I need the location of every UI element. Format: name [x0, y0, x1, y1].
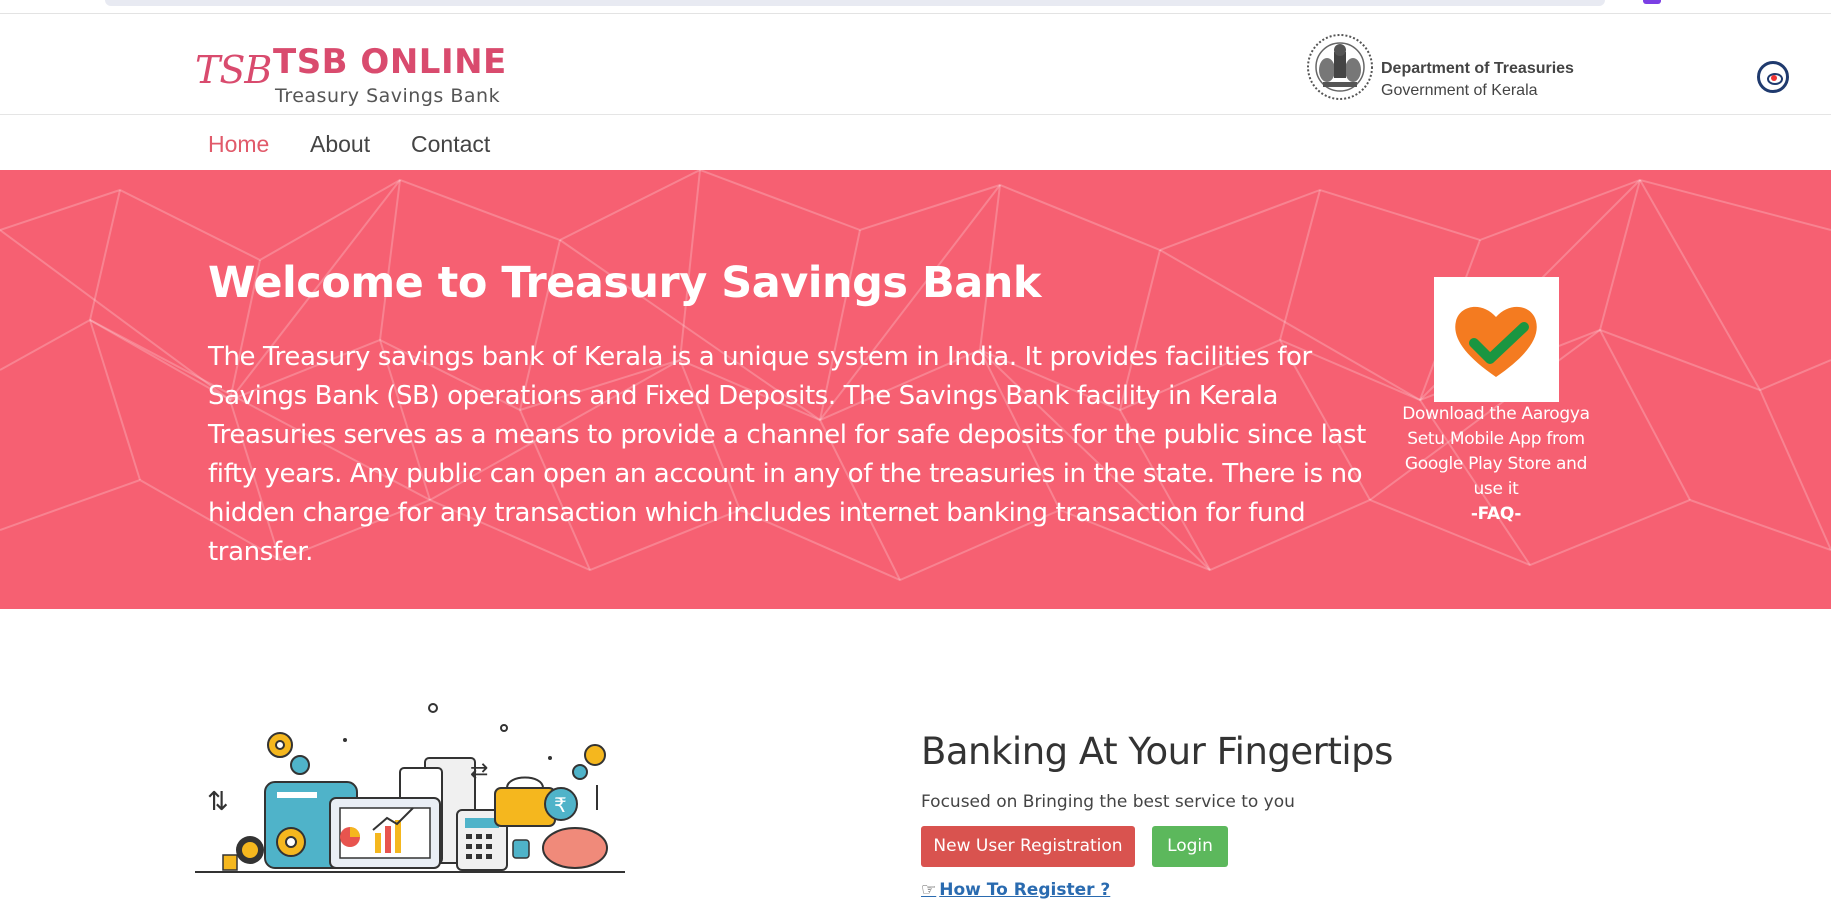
svg-text:⇅: ⇅ [207, 787, 229, 817]
department-block: Department of Treasuries Government of K… [1305, 30, 1635, 102]
kerala-emblem-icon [1307, 34, 1373, 100]
browser-top-strip [0, 0, 1831, 14]
extension-chip [1643, 0, 1661, 4]
eye-pupil [1771, 75, 1777, 81]
banking-tagline: Focused on Bringing the best service to … [921, 792, 1295, 812]
site-header: TSB TSB ONLINE Treasury Savings Bank Dep… [0, 14, 1831, 115]
nav-contact[interactable]: Contact [411, 131, 490, 158]
aarogya-text: Download the Aarogya Setu Mobile App fro… [1402, 404, 1590, 499]
logo-subtitle: Treasury Savings Bank [275, 85, 501, 107]
heart-check-icon [1455, 306, 1537, 377]
gear-icon [267, 732, 293, 758]
main-nav: Home About Contact [0, 116, 1831, 170]
address-bar-edge [105, 0, 1605, 6]
dept-subtitle: Government of Kerala [1381, 82, 1538, 99]
accessibility-eye-icon[interactable] [1757, 61, 1789, 93]
banking-section: Banking At Your Fingertips Focused on Br… [921, 730, 1621, 900]
how-to-register-link[interactable]: ☞ How To Register ? [921, 880, 1110, 900]
how-to-register-label: How To Register ? [939, 880, 1111, 900]
banking-illustration: ⇅ ⇄ ₹ [195, 703, 625, 873]
nav-about[interactable]: About [310, 131, 370, 158]
svg-text:₹: ₹ [554, 793, 567, 817]
pointing-hand-icon: ☞ [921, 880, 937, 900]
nav-home[interactable]: Home [208, 131, 269, 158]
login-button[interactable]: Login [1152, 826, 1228, 867]
banking-heading: Banking At Your Fingertips [921, 730, 1393, 773]
logo-title: TSB ONLINE [273, 42, 507, 82]
hero-description: The Treasury savings bank of Kerala is a… [208, 342, 1366, 567]
new-user-registration-button[interactable]: New User Registration [921, 826, 1135, 867]
aarogya-setu-logo[interactable] [1434, 277, 1559, 402]
svg-text:⇄: ⇄ [470, 759, 488, 784]
aarogya-download-text[interactable]: Download the Aarogya Setu Mobile App fro… [1396, 402, 1596, 527]
logo-script-mark: TSB [195, 48, 272, 92]
hero-banner: Welcome to Treasury Savings Bank The Tre… [0, 170, 1831, 609]
tsb-logo[interactable]: TSB TSB ONLINE Treasury Savings Bank [195, 38, 515, 107]
hero-heading: Welcome to Treasury Savings Bank [208, 258, 1041, 308]
faq-link[interactable]: -FAQ- [1396, 502, 1596, 527]
dept-title: Department of Treasuries [1381, 60, 1574, 77]
